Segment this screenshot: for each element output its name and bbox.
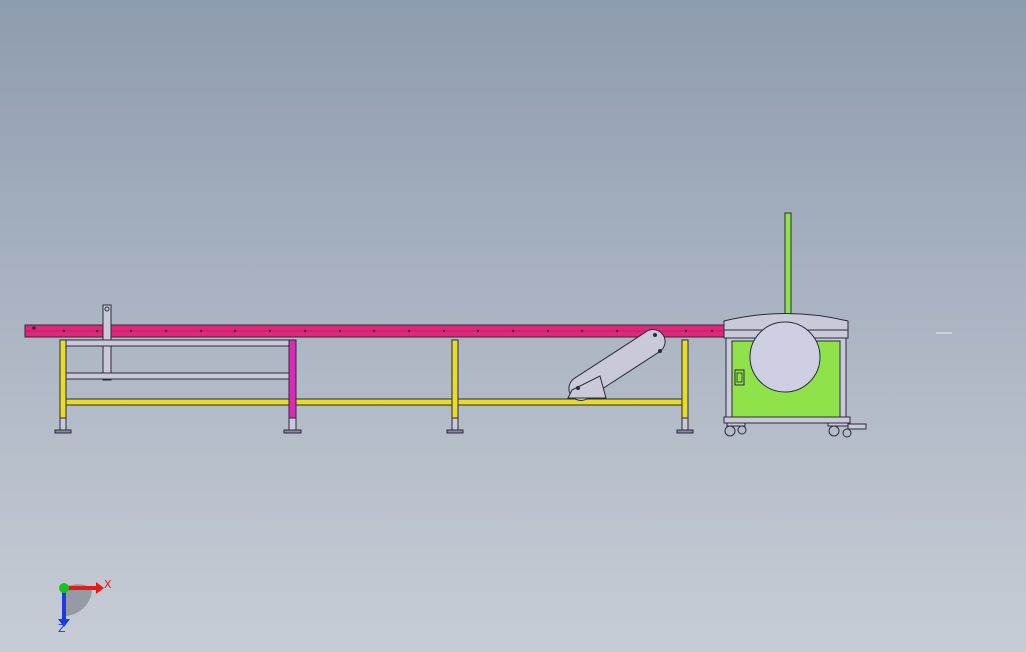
leveling-feet <box>54 417 694 434</box>
frame-bottom-rail[interactable] <box>65 398 685 406</box>
coordinate-triad: X Z <box>58 578 112 635</box>
saw-blade-disc[interactable] <box>749 321 821 393</box>
axis-y-dot <box>59 583 69 593</box>
frame-leg-1[interactable] <box>59 339 67 419</box>
saw-arm-rod[interactable] <box>784 212 792 322</box>
frame-leg-2[interactable] <box>288 339 297 419</box>
saw-machine[interactable] <box>723 212 867 438</box>
axis-x-label: X <box>104 578 112 591</box>
cad-viewport[interactable]: X Z <box>0 0 1026 652</box>
frame-leg-4[interactable] <box>681 339 689 419</box>
frame-leg-3[interactable] <box>451 339 459 419</box>
caster-wheels <box>724 422 867 438</box>
axis-z-label: Z <box>58 622 66 635</box>
door-handle[interactable] <box>734 369 745 386</box>
frame-mid-rail[interactable] <box>65 372 291 380</box>
frame-upper-rail[interactable] <box>65 339 291 347</box>
